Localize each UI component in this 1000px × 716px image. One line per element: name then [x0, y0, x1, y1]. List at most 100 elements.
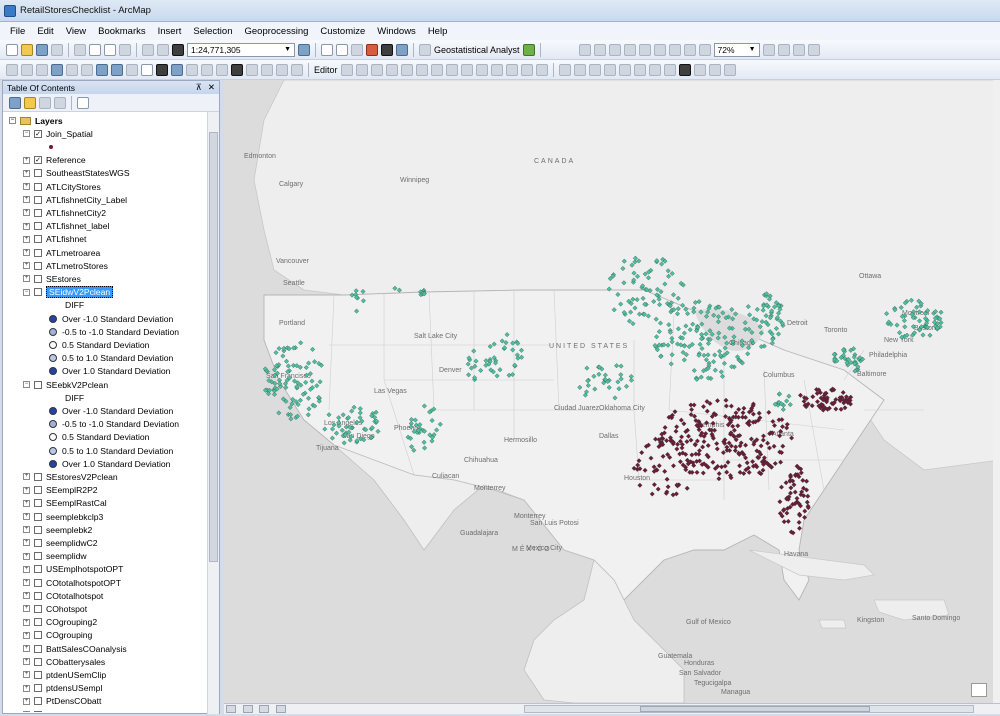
layout-forward-icon[interactable] [683, 43, 696, 56]
expand-icon[interactable]: + [23, 552, 30, 560]
hyperlink-icon[interactable] [186, 63, 198, 76]
undo-icon[interactable] [142, 43, 154, 56]
toc-layer-atlfishnetcity2[interactable]: + ATLfishnetCity2 [23, 206, 106, 219]
toc-layer-cogrouping[interactable]: + COgrouping [23, 629, 92, 642]
layer-visibility-checkbox[interactable] [34, 472, 42, 481]
toc-layer-atlfishnetcity-label[interactable]: + ATLfishnetCity_Label [23, 193, 127, 206]
layout-pan-icon[interactable] [608, 43, 621, 56]
list-by-selection-icon[interactable] [54, 96, 66, 109]
expand-icon[interactable]: + [23, 539, 30, 547]
python-window-icon[interactable] [381, 43, 393, 56]
cut-icon[interactable] [74, 43, 86, 56]
cut-polygons-icon[interactable] [460, 63, 473, 76]
map-horizontal-scrollbar[interactable] [524, 705, 974, 713]
layer-visibility-checkbox[interactable] [34, 552, 42, 561]
menu-view[interactable]: View [66, 26, 86, 37]
pause-drawing-icon[interactable] [275, 705, 286, 713]
split-icon[interactable] [475, 63, 488, 76]
toc-layer-ptdenscobatt[interactable]: + PtDensCObatt [23, 695, 101, 708]
toc-layer-atlmetroarea[interactable]: + ATLmetroarea [23, 246, 100, 259]
expand-icon[interactable]: + [23, 473, 30, 481]
straight-segment-icon[interactable] [370, 63, 383, 76]
expand-icon[interactable]: + [23, 645, 30, 652]
time-slider-icon[interactable] [276, 63, 288, 76]
layout-view-icon[interactable] [242, 705, 253, 713]
close-icon[interactable]: ✕ [208, 82, 215, 93]
menu-geoprocessing[interactable]: Geoprocessing [244, 26, 308, 37]
catalog-icon[interactable] [351, 43, 363, 56]
edit-annotation-icon[interactable] [355, 63, 368, 76]
list-by-drawing-order-icon[interactable] [9, 96, 21, 109]
toc-layer-cototalhotspotopt[interactable]: + COtotalhotspotOPT [23, 576, 121, 589]
layer-visibility-checkbox[interactable] [34, 486, 42, 495]
toc-layer-seemplidwc2[interactable]: + seemplidwC2 [23, 536, 98, 549]
menu-insert[interactable]: Insert [158, 26, 182, 37]
toc-layer-sestores[interactable]: + SEstores [23, 272, 81, 285]
find-icon[interactable] [231, 63, 243, 76]
find-route-icon[interactable] [246, 63, 258, 76]
expand-icon[interactable]: + [23, 605, 30, 613]
list-by-visibility-icon[interactable] [39, 96, 51, 109]
point-icon[interactable] [415, 63, 428, 76]
layer-visibility-checkbox[interactable] [34, 261, 42, 270]
focus-data-frame-icon[interactable] [777, 43, 790, 56]
toc-layer-seemplidw[interactable]: + seemplidw [23, 550, 87, 563]
toolbox-icon[interactable] [366, 43, 378, 56]
trace-icon[interactable] [400, 63, 413, 76]
toc-layer-southeaststateswgs[interactable]: + SoutheastStatesWGS [23, 167, 130, 180]
basemap[interactable]: Edmonton Calgary Winnipeg Vancouver Seattle P… [224, 80, 1000, 703]
layer-visibility-checkbox[interactable] [34, 565, 42, 574]
toc-layer-ptdensusempl[interactable]: + ptdensUSempl [23, 682, 102, 695]
menu-edit[interactable]: Edit [37, 26, 53, 37]
toc-options-icon[interactable] [77, 96, 89, 109]
expand-icon[interactable]: + [23, 684, 30, 692]
toc-layer-atlfishnet[interactable]: + ATLfishnet [23, 233, 86, 246]
toc-layer-cohotspot[interactable]: + COhotspot [23, 602, 87, 615]
map-scale-combo[interactable]: 1:24,771,305 ▼ [187, 42, 295, 57]
layer-visibility-checkbox[interactable] [34, 684, 42, 693]
georeference-tool-3-icon[interactable] [588, 63, 601, 76]
model-builder-icon[interactable] [396, 43, 408, 56]
map-horizontal-scrollbar-thumb[interactable] [640, 706, 870, 712]
layer-visibility-checkbox[interactable] [34, 274, 42, 283]
pin-icon[interactable]: ⊼ [196, 82, 202, 93]
layer-visibility-checkbox[interactable] [34, 710, 42, 712]
measure-icon[interactable] [216, 63, 228, 76]
layer-visibility-checkbox[interactable] [34, 618, 42, 627]
layer-visibility-checkbox[interactable] [34, 288, 42, 297]
collapse-icon[interactable]: − [23, 381, 30, 388]
layer-visibility-checkbox[interactable] [34, 182, 42, 191]
list-by-source-icon[interactable] [24, 96, 36, 109]
toc-layer-seemplr2p2[interactable]: + SEemplR2P2 [23, 484, 98, 497]
expand-icon[interactable]: + [23, 169, 30, 177]
edit-tool-icon[interactable] [340, 63, 353, 76]
go-to-xy-icon[interactable] [261, 63, 273, 76]
toc-layer-cototalhotspot[interactable]: + COtotalhotspot [23, 589, 103, 602]
layer-visibility-checkbox[interactable] [34, 512, 42, 521]
toc-layer-seidwv2pclean[interactable]: − SEidwV2Pclean [23, 286, 114, 299]
toc-scrollbar[interactable] [207, 112, 219, 714]
clear-selection-icon[interactable] [141, 63, 153, 76]
toc-layer-ptdenusemclip[interactable]: + ptdenUSemClip [23, 668, 106, 681]
georeference-tool-6-icon[interactable] [633, 63, 646, 76]
end-point-arc-icon[interactable] [385, 63, 398, 76]
zoom-whole-page-icon[interactable] [698, 43, 711, 56]
layer-visibility-checkbox[interactable]: ✓ [34, 156, 42, 165]
toc-root-layers[interactable]: − Layers [9, 114, 63, 127]
toc-layer-seebkv2pclean[interactable]: − SEebkV2Pclean [23, 378, 108, 391]
expand-icon[interactable]: + [23, 209, 30, 217]
layer-visibility-checkbox[interactable] [34, 208, 42, 217]
paste-icon[interactable] [104, 43, 116, 56]
expand-icon[interactable]: + [23, 235, 30, 243]
layer-visibility-checkbox[interactable] [34, 591, 42, 600]
expand-icon[interactable]: + [23, 592, 30, 600]
sketch-properties-icon[interactable] [520, 63, 533, 76]
toggle-draft-icon[interactable] [762, 43, 775, 56]
geostatistical-wizard-icon[interactable] [522, 43, 535, 56]
layer-visibility-checkbox[interactable] [34, 631, 42, 640]
toc-layer-cobatterysales[interactable]: + CObatterysales [23, 655, 105, 668]
layer-visibility-checkbox[interactable] [34, 578, 42, 587]
expand-icon[interactable]: + [23, 222, 30, 230]
layer-visibility-checkbox[interactable] [34, 499, 42, 508]
layer-visibility-checkbox[interactable] [34, 604, 42, 613]
